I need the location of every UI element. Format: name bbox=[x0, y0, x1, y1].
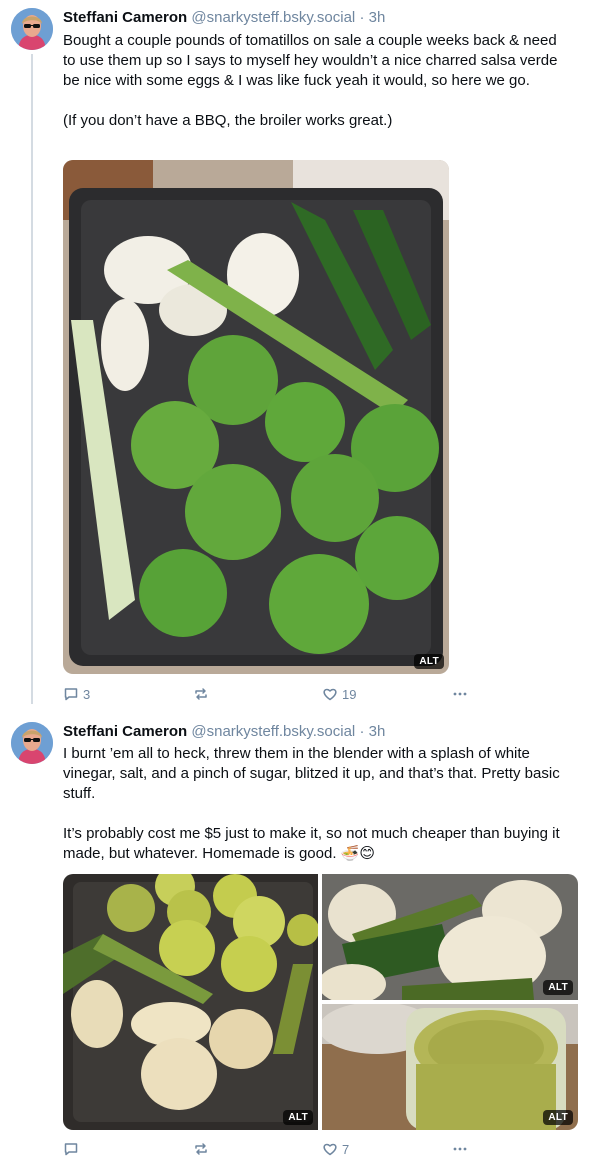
author-name[interactable]: Steffani Cameron bbox=[63, 723, 187, 740]
alt-badge[interactable]: ALT bbox=[414, 654, 444, 669]
post-time[interactable]: · 3h bbox=[359, 723, 385, 740]
post-actions: 7 bbox=[63, 1139, 483, 1159]
post-paragraph: (If you don’t have a BBQ, the broiler wo… bbox=[63, 112, 393, 129]
reply-button[interactable] bbox=[63, 1139, 83, 1159]
post-image-charred-tray[interactable]: ALT bbox=[63, 874, 318, 1130]
post-text: I burnt ’em all to heck, threw them in t… bbox=[63, 744, 563, 864]
alt-badge[interactable]: ALT bbox=[543, 1110, 573, 1125]
repost-button[interactable] bbox=[193, 1139, 213, 1159]
speech-bubble-icon bbox=[64, 1143, 78, 1156]
post-paragraph: Bought a couple pounds of tomatillos on … bbox=[63, 32, 558, 89]
author-name[interactable]: Steffani Cameron bbox=[63, 9, 187, 26]
thread-connector-line bbox=[31, 54, 33, 704]
post-text: Bought a couple pounds of tomatillos on … bbox=[63, 31, 563, 131]
like-button[interactable]: 7 bbox=[322, 1139, 349, 1159]
more-options-button[interactable] bbox=[452, 684, 468, 704]
ellipsis-icon bbox=[453, 1147, 467, 1151]
post-image-charred-onion[interactable]: ALT bbox=[322, 874, 578, 1000]
post-image-tomatillos-tray[interactable]: ALT bbox=[63, 160, 449, 674]
avatar[interactable] bbox=[11, 8, 53, 50]
repost-arrows-icon bbox=[195, 688, 207, 700]
alt-badge[interactable]: ALT bbox=[283, 1110, 313, 1125]
post-paragraph: I burnt ’em all to heck, threw them in t… bbox=[63, 745, 560, 802]
more-options-button[interactable] bbox=[452, 1139, 468, 1159]
post-image-salsa-jar[interactable]: ALT bbox=[322, 1004, 578, 1130]
post-paragraph: It’s probably cost me $5 just to make it… bbox=[63, 825, 560, 862]
author-handle[interactable]: @snarkysteff.bsky.social bbox=[191, 9, 355, 26]
author-handle[interactable]: @snarkysteff.bsky.social bbox=[191, 723, 355, 740]
heart-icon bbox=[323, 688, 337, 701]
like-button[interactable]: 19 bbox=[322, 684, 356, 704]
post-header: Steffani Cameron @snarkysteff.bsky.socia… bbox=[63, 9, 385, 27]
reply-count: 3 bbox=[83, 686, 91, 702]
heart-icon bbox=[323, 1143, 337, 1156]
speech-bubble-icon bbox=[64, 688, 78, 701]
repost-arrows-icon bbox=[195, 1143, 207, 1155]
ellipsis-icon bbox=[453, 692, 467, 696]
post-header: Steffani Cameron @snarkysteff.bsky.socia… bbox=[63, 723, 385, 741]
reply-button[interactable]: 3 bbox=[63, 684, 90, 704]
like-count: 19 bbox=[342, 686, 357, 702]
like-count: 7 bbox=[342, 1141, 350, 1157]
avatar[interactable] bbox=[11, 722, 53, 764]
post-time[interactable]: · 3h bbox=[359, 9, 385, 26]
alt-badge[interactable]: ALT bbox=[543, 980, 573, 995]
post-actions: 3 19 bbox=[63, 684, 483, 704]
repost-button[interactable] bbox=[193, 684, 213, 704]
